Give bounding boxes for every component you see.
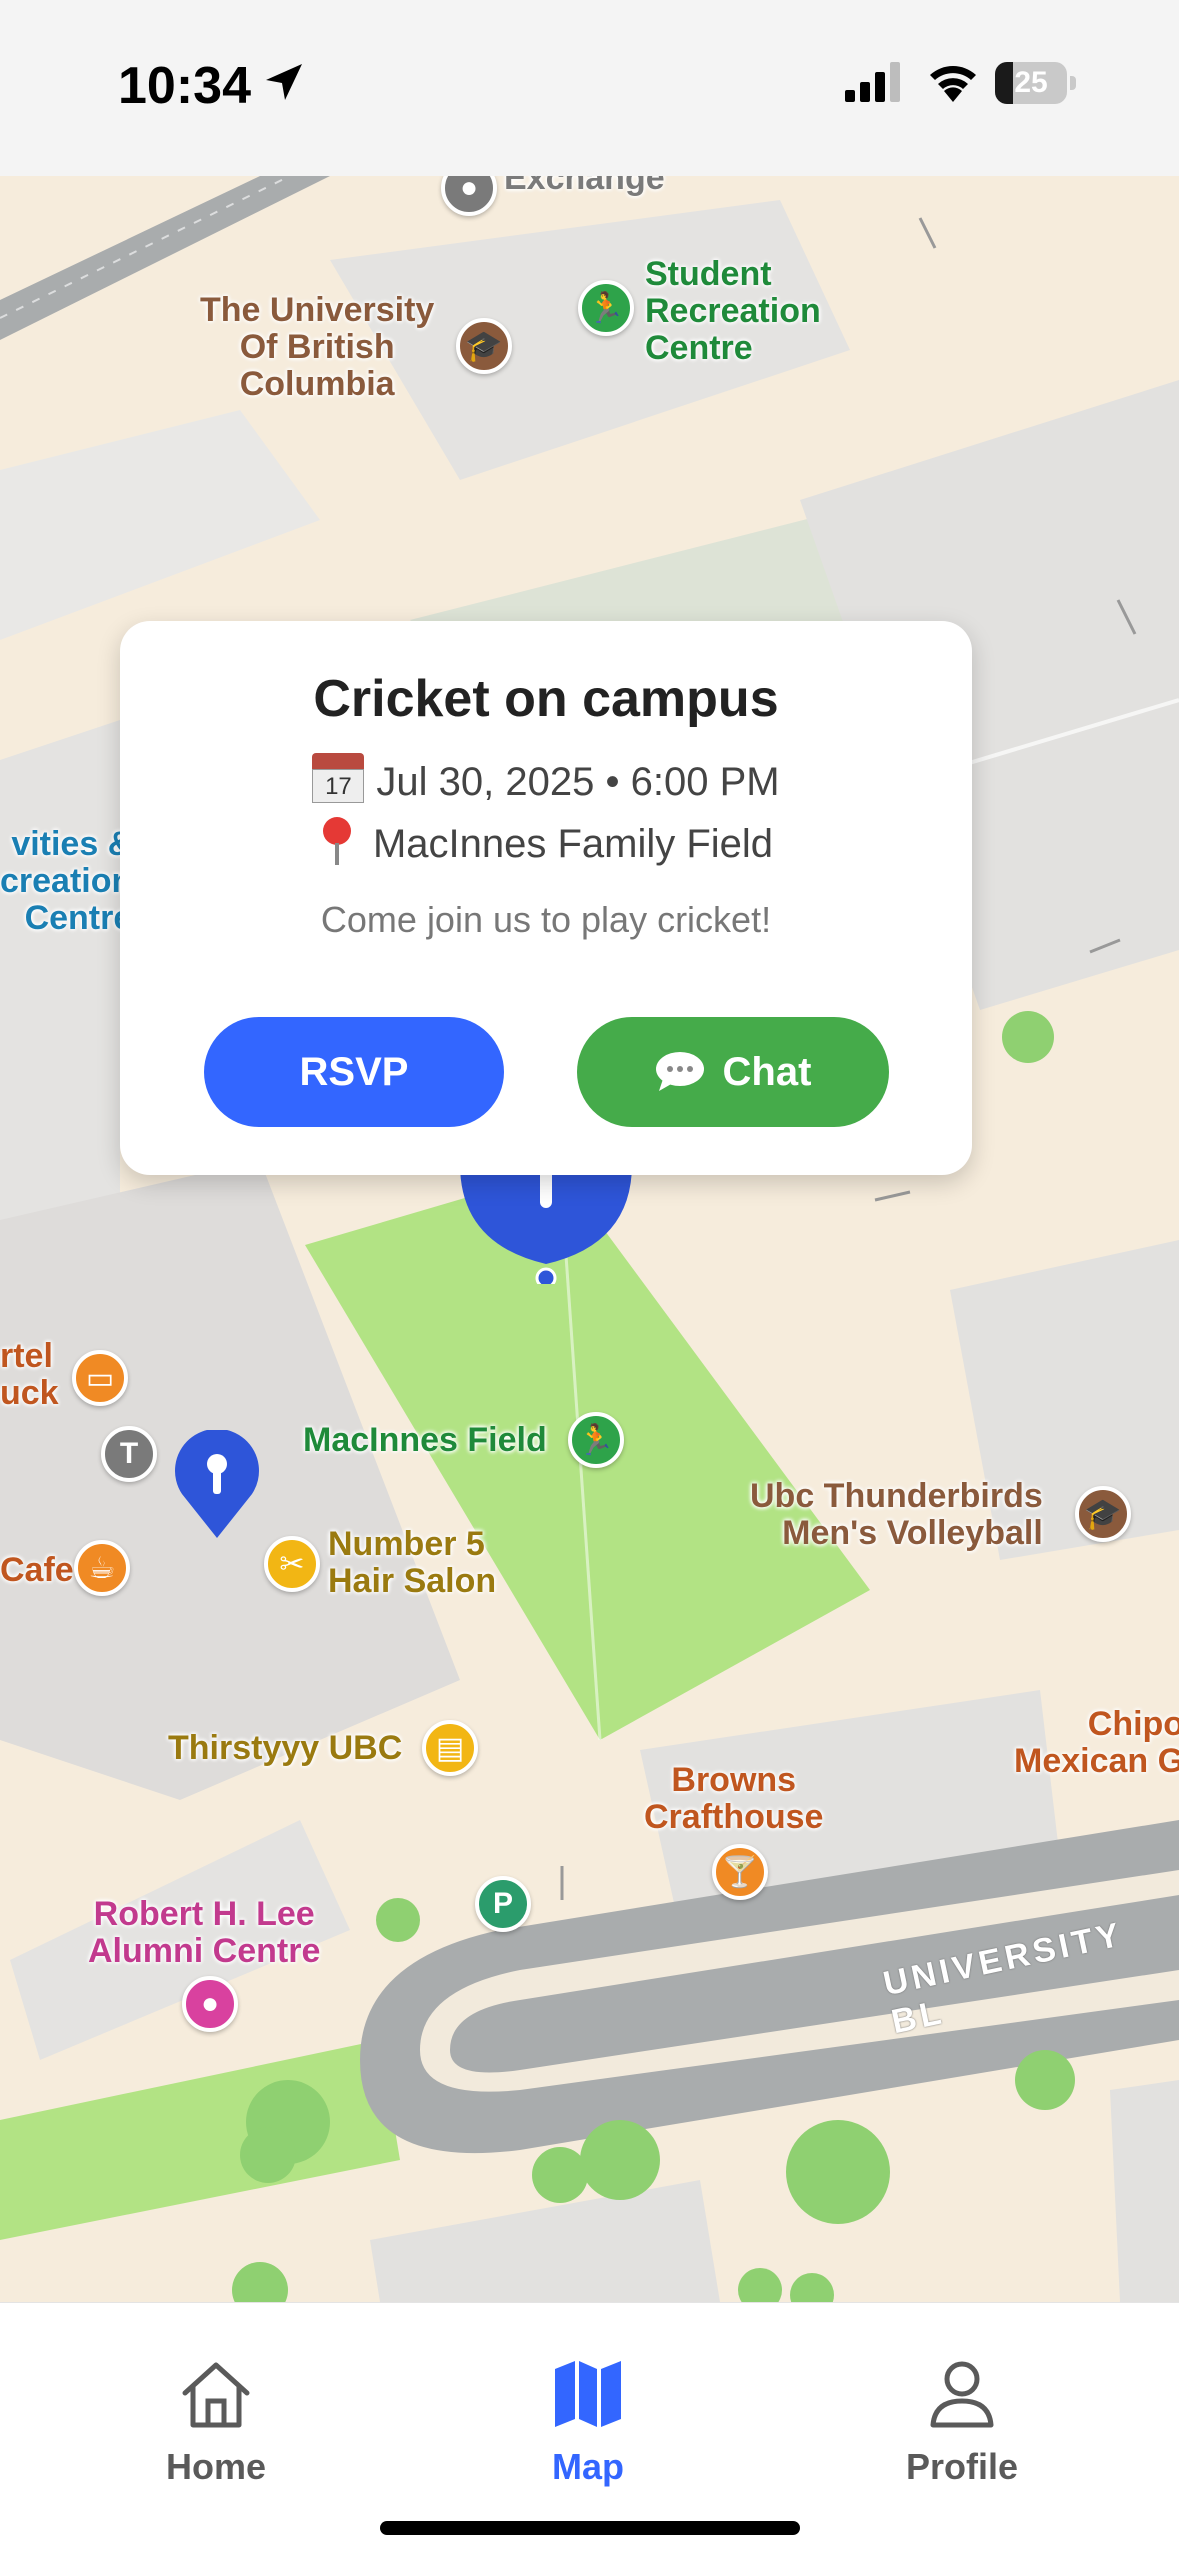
poi-cartel[interactable]: rtel uck (0, 1338, 59, 1412)
status-bar: 10:34 25 (0, 0, 1179, 176)
rsvp-button[interactable]: RSVP (204, 1017, 504, 1127)
running-icon[interactable]: 🏃 (578, 280, 634, 336)
food-truck-icon[interactable]: ▭ (72, 1350, 128, 1406)
coffee-icon[interactable]: ☕ (74, 1540, 130, 1596)
poi-cafe[interactable]: Cafe (0, 1552, 74, 1589)
tab-profile-label: Profile (905, 2446, 1019, 2487)
cellular-signal-icon (845, 62, 900, 102)
transit-icon[interactable]: T (101, 1426, 157, 1482)
poi-activities[interactable]: vities & creation Centre (0, 826, 132, 937)
chat-label: Chat (722, 1049, 812, 1094)
poi-exchange[interactable]: Exchange (504, 176, 665, 197)
map-view[interactable]: UNIVERSITY BL ● Exchange The University … (0, 176, 1179, 2302)
event-datetime: Jul 30, 2025 • 6:00 PM (376, 760, 780, 804)
poi-hair-salon[interactable]: Number 5 Hair Salon (328, 1526, 496, 1600)
event-datetime-row: 17 Jul 30, 2025 • 6:00 PM (120, 753, 972, 805)
status-time: 10:34 (118, 57, 251, 115)
rsvp-label: RSVP (299, 1049, 409, 1094)
battery-indicator: 25 (995, 62, 1077, 104)
sports-field-icon[interactable]: 🏃 (568, 1412, 624, 1468)
store-icon[interactable]: ▤ (422, 1720, 478, 1776)
event-pin-large[interactable] (460, 1164, 632, 1284)
map-icon (555, 2361, 621, 2427)
event-card: Cricket on campus 17 Jul 30, 2025 • 6:00… (120, 621, 972, 1175)
poi-chipotle[interactable]: Chipo Mexican G (1014, 1706, 1179, 1780)
event-title: Cricket on campus (313, 670, 779, 728)
tab-home[interactable]: Home (116, 2359, 316, 2488)
person-icon (930, 2361, 994, 2428)
poi-browns[interactable]: Browns Crafthouse (644, 1762, 823, 1836)
poi-robert-lee[interactable]: Robert H. Lee Alumni Centre (88, 1896, 320, 1970)
chat-bubble-icon (655, 1052, 704, 1091)
house-icon (182, 2362, 250, 2428)
poi-thirstyyy[interactable]: Thirstyyy UBC (168, 1730, 402, 1767)
parking-icon[interactable]: P (475, 1876, 531, 1932)
volleyball-icon[interactable]: 🎓 (1075, 1486, 1131, 1542)
tab-bar: Home Map Profile (0, 2302, 1179, 2557)
pin-icon (319, 817, 353, 867)
poi-thunderbirds[interactable]: Ubc Thunderbirds Men's Volleyball (750, 1478, 1043, 1552)
wifi-icon (930, 66, 976, 102)
tab-map[interactable]: Map (488, 2359, 688, 2488)
location-arrow-icon (266, 64, 302, 100)
home-indicator[interactable] (380, 2521, 800, 2535)
battery-percent: 25 (1014, 66, 1048, 99)
tab-map-label: Map (552, 2446, 624, 2487)
poi-student-recreation[interactable]: Student Recreation Centre (645, 256, 821, 367)
event-location-row: MacInnes Family Field (120, 817, 972, 867)
poi-ubc[interactable]: The University Of British Columbia (200, 292, 434, 403)
calendar-icon: 17 (312, 753, 365, 803)
tab-profile[interactable]: Profile (862, 2359, 1062, 2488)
chat-button[interactable]: Chat (577, 1017, 889, 1127)
tab-home-label: Home (165, 2446, 267, 2487)
event-pin-small[interactable] (172, 1430, 262, 1540)
alumni-centre-icon[interactable]: ● (182, 1976, 238, 2032)
event-location: MacInnes Family Field (372, 822, 774, 866)
education-icon[interactable]: 🎓 (456, 318, 512, 374)
event-description: Come join us to play cricket! (320, 899, 772, 940)
bar-icon[interactable]: 🍸 (712, 1844, 768, 1900)
poi-macinnes-field[interactable]: MacInnes Field (303, 1422, 547, 1459)
salon-icon[interactable]: ✂ (264, 1536, 320, 1592)
